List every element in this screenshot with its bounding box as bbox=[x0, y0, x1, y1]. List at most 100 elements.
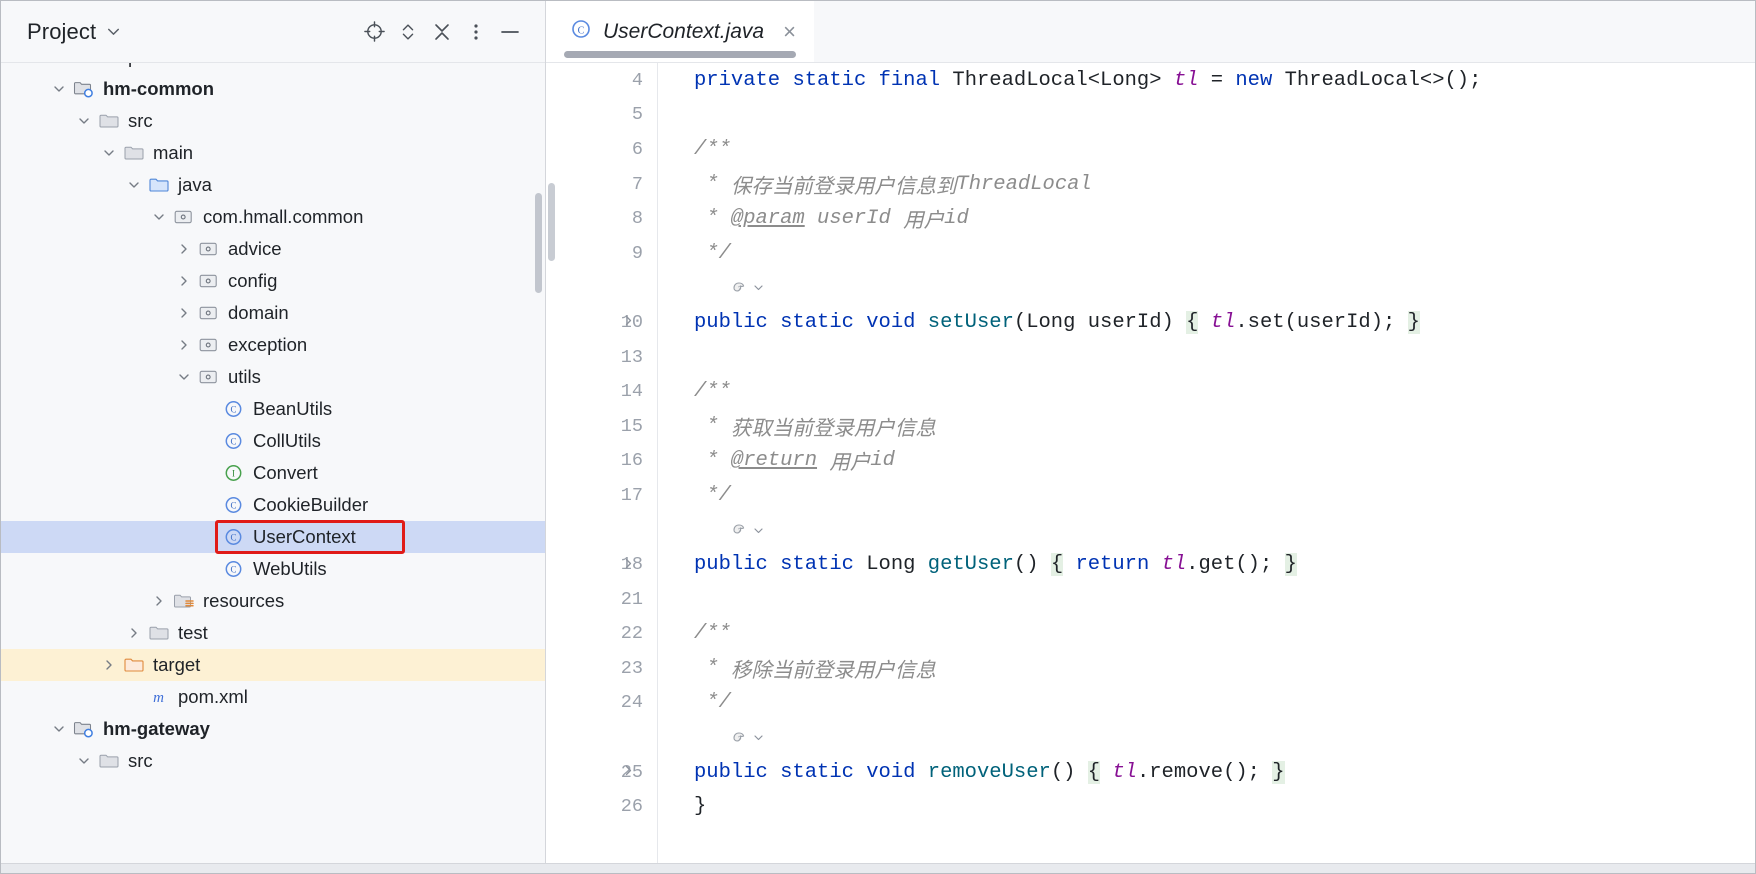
more-options-icon[interactable] bbox=[459, 15, 493, 49]
code-line-10[interactable]: public static void setUser (Long userId) … bbox=[658, 305, 1755, 340]
code-line-17[interactable]: */ bbox=[658, 478, 1755, 513]
chevron-right-icon[interactable] bbox=[173, 334, 195, 356]
tree-item-advice[interactable]: advice bbox=[1, 233, 545, 265]
chevron-down-icon[interactable] bbox=[73, 110, 95, 132]
tree-item-label: Convert bbox=[253, 461, 318, 483]
project-tree-scroll[interactable]: mpom.xmlhm-commonsrcmainjavacom.hmall.co… bbox=[1, 63, 545, 873]
chevron-right-icon[interactable] bbox=[173, 302, 195, 324]
tree-item-test[interactable]: test bbox=[1, 617, 545, 649]
chevron-down-icon[interactable] bbox=[98, 142, 120, 164]
tree-item-webutils[interactable]: C WebUtils bbox=[1, 553, 545, 585]
spring-bean-gutter-icon[interactable]: 7 bbox=[730, 521, 765, 539]
tree-item-resources[interactable]: resources bbox=[1, 585, 545, 617]
code-line-24[interactable]: */ bbox=[658, 686, 1755, 721]
code-text-area[interactable]: private static final ThreadLocal<Long> t… bbox=[658, 63, 1755, 873]
tree-item-exception[interactable]: exception bbox=[1, 329, 545, 361]
code-token: tl bbox=[1112, 760, 1137, 784]
code-editor[interactable]: 4 5 6 7 8 9 10 13 14 15 16 17 18 21 22 23 24 25 26 private… bbox=[546, 63, 1755, 873]
tree-item-java[interactable]: java bbox=[1, 169, 545, 201]
fold-chevron-right-icon[interactable] bbox=[622, 761, 635, 783]
tree-item-config[interactable]: config bbox=[1, 265, 545, 297]
chevron-right-icon[interactable] bbox=[173, 238, 195, 260]
expand-collapse-icon[interactable] bbox=[391, 15, 425, 49]
code-line-16[interactable]: * @return 用户 id bbox=[658, 444, 1755, 479]
spring-bean-gutter-icon[interactable]: 7 bbox=[730, 279, 765, 297]
code-marker-line[interactable]: 7 bbox=[658, 720, 1755, 755]
chevron-right-icon[interactable] bbox=[173, 270, 195, 292]
code-line-6[interactable]: /** bbox=[658, 132, 1755, 167]
line-number-17: 17 bbox=[546, 478, 657, 513]
code-token: () bbox=[1013, 553, 1051, 577]
tree-item-pom-xml[interactable]: m pom.xml bbox=[1, 681, 545, 713]
line-number-22: 22 bbox=[546, 617, 657, 652]
line-number-15: 15 bbox=[546, 409, 657, 444]
tree-item-domain[interactable]: domain bbox=[1, 297, 545, 329]
code-token: { bbox=[1087, 760, 1101, 784]
code-line-4[interactable]: private static final ThreadLocal<Long> t… bbox=[658, 63, 1755, 98]
tab-usercontext-java[interactable]: C UserContext.java × bbox=[546, 1, 814, 62]
folder-icon bbox=[97, 750, 121, 772]
code-line-13[interactable] bbox=[658, 340, 1755, 375]
tree-item-target[interactable]: target bbox=[1, 649, 545, 681]
tree-item-label: CookieBuilder bbox=[253, 493, 369, 515]
code-line-15[interactable]: * 获取当前登录用户信息 bbox=[658, 409, 1755, 444]
code-line-18[interactable]: public static Long getUser() { return tl… bbox=[658, 547, 1755, 582]
code-token: id bbox=[944, 207, 969, 231]
chevron-right-icon[interactable] bbox=[148, 590, 170, 612]
project-panel-header: Project bbox=[1, 1, 545, 63]
code-line-23[interactable]: * 移除当前登录用户信息 bbox=[658, 651, 1755, 686]
tree-item-src[interactable]: src bbox=[1, 105, 545, 137]
fold-chevron-right-icon[interactable] bbox=[622, 554, 635, 576]
tree-item-label: pom.xml bbox=[178, 685, 248, 707]
tree-item-collutils[interactable]: C CollUtils bbox=[1, 425, 545, 457]
code-line-7[interactable]: * 保存当前登录用户信息到 ThreadLocal bbox=[658, 167, 1755, 202]
chevron-down-icon[interactable] bbox=[48, 718, 70, 740]
chevron-down-icon[interactable] bbox=[105, 23, 122, 40]
code-marker-line[interactable]: 7 bbox=[658, 513, 1755, 548]
hide-panel-icon[interactable] bbox=[493, 15, 527, 49]
tree-item-hm-gateway[interactable]: hm-gateway bbox=[1, 713, 545, 745]
class-icon: C bbox=[222, 430, 246, 452]
fold-chevron-right-icon[interactable] bbox=[622, 311, 635, 333]
code-line-8[interactable]: * @param userId 用户 id bbox=[658, 201, 1755, 236]
tree-item-src[interactable]: src bbox=[1, 745, 545, 777]
chevron-down-icon[interactable] bbox=[48, 78, 70, 100]
code-line-25[interactable]: public static void removeUser() { tl .rem… bbox=[658, 755, 1755, 790]
code-line-9[interactable]: */ bbox=[658, 236, 1755, 271]
code-token: @param bbox=[730, 207, 805, 231]
tree-item-cookiebuilder[interactable]: C CookieBuilder bbox=[1, 489, 545, 521]
chevron-down-icon[interactable] bbox=[173, 366, 195, 388]
code-token: { bbox=[1050, 553, 1064, 577]
chevron-right-icon[interactable] bbox=[123, 622, 145, 644]
tree-item-hm-common[interactable]: hm-common bbox=[1, 73, 545, 105]
code-line-22[interactable]: /** bbox=[658, 617, 1755, 652]
tree-item-utils[interactable]: utils bbox=[1, 361, 545, 393]
chevron-down-icon[interactable] bbox=[148, 206, 170, 228]
chevron-right-icon[interactable] bbox=[98, 654, 120, 676]
tree-item-usercontext[interactable]: C UserContext bbox=[1, 521, 545, 553]
spring-bean-gutter-icon[interactable]: 7 bbox=[730, 729, 765, 747]
tree-item-com-hmall-common[interactable]: com.hmall.common bbox=[1, 201, 545, 233]
tree-item-label: advice bbox=[228, 237, 282, 259]
collapse-all-icon[interactable] bbox=[425, 15, 459, 49]
locate-target-icon[interactable] bbox=[357, 15, 391, 49]
code-line-14[interactable]: /** bbox=[658, 374, 1755, 409]
sidebar-scrollbar-thumb[interactable] bbox=[535, 193, 542, 293]
editor-gutter[interactable]: 4 5 6 7 8 9 10 13 14 15 16 17 18 21 22 23 24 25 26 bbox=[546, 63, 658, 873]
tree-item-pom-xml[interactable]: m pom.xml bbox=[1, 63, 545, 73]
code-marker-line[interactable]: 7 bbox=[658, 271, 1755, 306]
tree-item-main[interactable]: main bbox=[1, 137, 545, 169]
code-line-21[interactable] bbox=[658, 582, 1755, 617]
code-token: void bbox=[866, 310, 916, 334]
tree-item-convert[interactable]: I Convert bbox=[1, 457, 545, 489]
tree-item-beanutils[interactable]: C BeanUtils bbox=[1, 393, 545, 425]
code-token: /** bbox=[694, 380, 731, 404]
code-line-5[interactable] bbox=[658, 98, 1755, 133]
chevron-down-icon[interactable] bbox=[73, 750, 95, 772]
tree-item-label: com.hmall.common bbox=[203, 205, 364, 227]
chevron-down-icon[interactable] bbox=[123, 174, 145, 196]
code-line-26[interactable]: } bbox=[658, 789, 1755, 824]
close-icon[interactable]: × bbox=[783, 20, 796, 43]
